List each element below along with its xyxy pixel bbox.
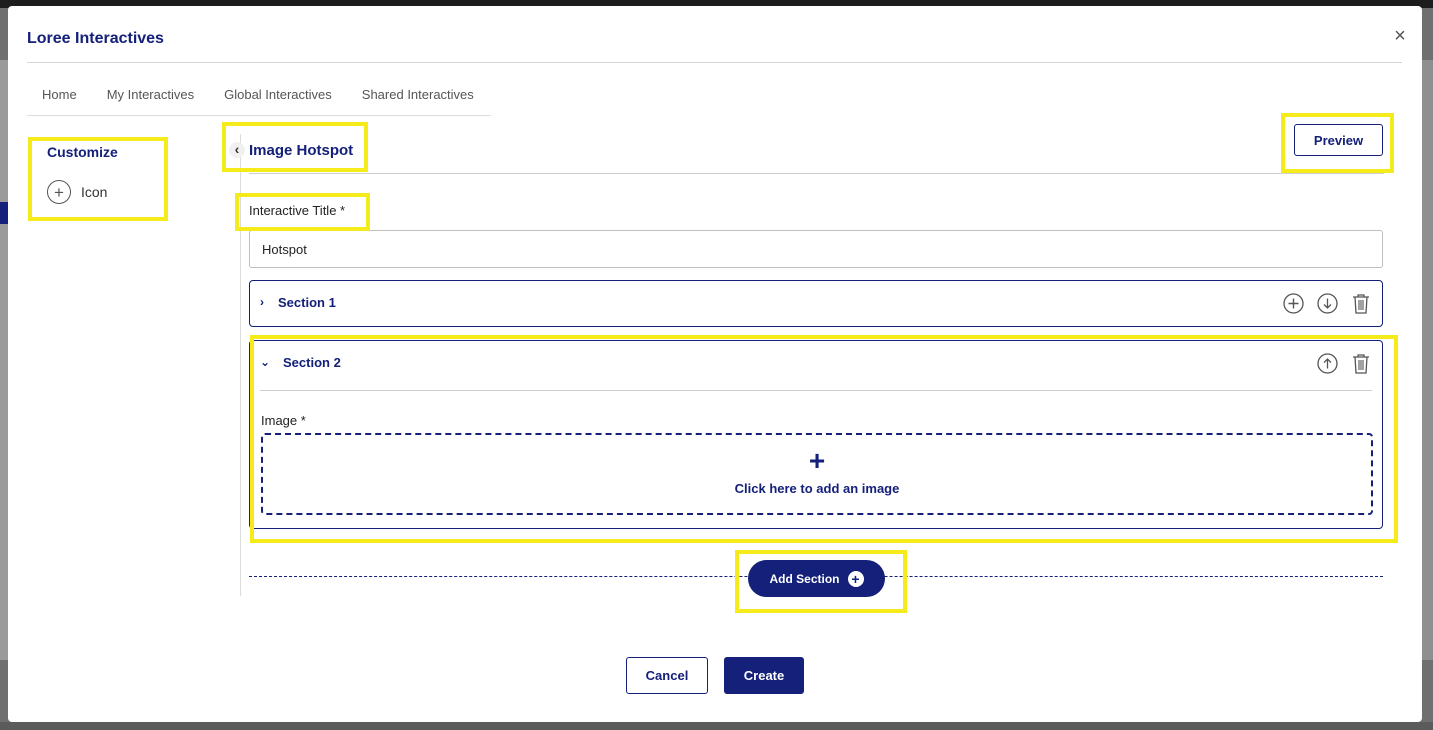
header-divider [27, 62, 1402, 63]
delete-icon[interactable] [1350, 352, 1372, 374]
add-section-button[interactable]: Add Section + [748, 560, 885, 597]
close-icon[interactable]: × [1390, 26, 1410, 46]
tab-my-interactives[interactable]: My Interactives [92, 86, 209, 104]
add-section-label: Add Section [769, 571, 840, 586]
section-2-title[interactable]: Section 2 [283, 355, 341, 370]
modal-title: Loree Interactives [27, 30, 164, 47]
add-image-text: Click here to add an image [734, 481, 900, 496]
customize-icon-item[interactable]: + Icon [47, 180, 107, 204]
move-down-icon[interactable] [1316, 292, 1338, 314]
plus-circle-icon: + [47, 180, 71, 204]
editor-title-divider [249, 173, 1384, 174]
tab-home[interactable]: Home [27, 86, 92, 104]
chevron-down-icon[interactable]: ⌄ [260, 355, 270, 369]
tab-shared-interactives[interactable]: Shared Interactives [347, 86, 489, 104]
move-up-icon[interactable] [1316, 352, 1338, 374]
tab-global-interactives[interactable]: Global Interactives [209, 86, 347, 104]
chevron-right-icon[interactable]: › [260, 295, 264, 309]
add-image-icon: + [808, 445, 826, 476]
cancel-button[interactable]: Cancel [626, 657, 708, 694]
background-left-strip [0, 60, 8, 660]
section-2-divider [260, 390, 1372, 391]
section-1-title[interactable]: Section 1 [278, 295, 336, 310]
interactive-title-input[interactable] [249, 230, 1383, 268]
background-block [0, 202, 8, 224]
loree-interactives-modal: Loree Interactives × Home My Interactive… [8, 6, 1422, 722]
panel-divider [240, 134, 241, 596]
image-dropzone[interactable]: + Click here to add an image [261, 433, 1373, 515]
customize-icon-label: Icon [81, 184, 108, 200]
add-section-icon[interactable] [1282, 292, 1304, 314]
create-button[interactable]: Create [724, 657, 804, 694]
tab-bar: Home My Interactives Global Interactives… [27, 86, 491, 116]
section-1-panel: › Section 1 [249, 280, 1383, 327]
section-1-actions [1270, 292, 1372, 314]
delete-icon[interactable] [1350, 292, 1372, 314]
section-2-panel: ⌄ Section 2 Image * + Click here to add … [249, 340, 1383, 529]
preview-button[interactable]: Preview [1294, 124, 1383, 156]
image-label: Image * [261, 413, 306, 428]
background-right-strip [1422, 60, 1433, 660]
customize-panel: Customize + Icon [47, 144, 118, 204]
editor-title: Image Hotspot [249, 142, 354, 159]
chevron-left-icon[interactable]: ‹ [229, 142, 245, 158]
section-2-actions [1304, 352, 1372, 374]
customize-title: Customize [47, 144, 118, 160]
interactive-title-label: Interactive Title * [249, 203, 346, 218]
background-bottom-strip [0, 722, 1433, 730]
plus-icon: + [847, 570, 864, 587]
